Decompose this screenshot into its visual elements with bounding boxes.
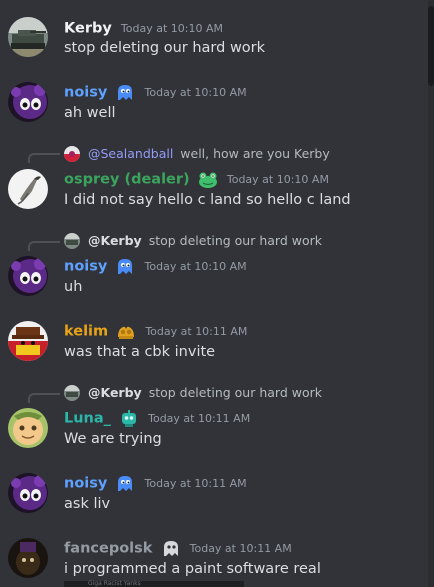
message-content: I did not say hello c land so hello c la…	[64, 192, 351, 208]
message-content: We are trying	[64, 431, 162, 447]
scrollbar-track[interactable]	[428, 0, 434, 587]
green-frog-badge-icon[interactable]	[198, 171, 218, 189]
avatar-noisy[interactable]	[8, 256, 48, 296]
timestamp[interactable]: Today at 10:10 AM	[145, 86, 247, 99]
username[interactable]: noisy	[64, 85, 107, 101]
reply-spine	[28, 153, 60, 163]
username[interactable]: noisy	[64, 259, 107, 275]
timestamp[interactable]: Today at 10:11 AM	[145, 477, 247, 490]
reply-mention[interactable]: @Sealandball	[88, 146, 173, 161]
avatar-luna[interactable]	[8, 408, 48, 448]
avatar-osprey[interactable]	[8, 169, 48, 209]
blue-ghost-badge-icon[interactable]	[115, 258, 135, 276]
reply-avatar	[64, 384, 80, 401]
white-ghost-badge-icon[interactable]	[161, 540, 181, 558]
blue-ghost-badge-icon[interactable]	[115, 84, 135, 102]
avatar-noisy[interactable]	[8, 473, 48, 513]
avatar-kerby[interactable]	[8, 17, 48, 57]
reply-text: stop deleting our hard work	[148, 233, 322, 248]
reply-preview[interactable]: @Kerby stop deleting our hard work	[64, 232, 322, 250]
reply-username[interactable]: @Kerby	[88, 233, 142, 248]
gold-hands-badge-icon[interactable]	[116, 323, 136, 341]
timestamp[interactable]: Today at 10:10 AM	[121, 22, 223, 35]
teal-robot-badge-icon[interactable]	[119, 409, 139, 428]
timestamp[interactable]: Today at 10:10 AM	[227, 173, 329, 186]
reply-avatar	[64, 145, 80, 162]
next-message-peek-text: Giga Racist Yanks	[88, 580, 141, 587]
message-content: was that a cbk invite	[64, 344, 216, 360]
username[interactable]: kelim	[64, 324, 108, 340]
message-content: uh	[64, 279, 83, 295]
reply-text: well, how are you Kerby	[180, 146, 330, 161]
scrollbar-thumb[interactable]	[428, 6, 434, 86]
reply-username[interactable]: @Kerby	[88, 385, 142, 400]
reply-spine	[28, 241, 60, 251]
timestamp[interactable]: Today at 10:11 AM	[145, 325, 247, 338]
timestamp[interactable]: Today at 10:11 AM	[148, 412, 250, 425]
message-content: stop deleting our hard work	[64, 40, 266, 56]
message-content: ask liv	[64, 496, 111, 512]
message-content: ah well	[64, 105, 116, 121]
avatar-kelim[interactable]	[8, 321, 48, 361]
username[interactable]: noisy	[64, 476, 107, 492]
reply-text: stop deleting our hard work	[148, 385, 322, 400]
reply-preview[interactable]: @Kerby stop deleting our hard work	[64, 384, 322, 402]
reply-avatar	[64, 232, 80, 249]
blue-ghost-badge-icon[interactable]	[115, 475, 135, 493]
username[interactable]: Luna_	[64, 411, 111, 427]
username[interactable]: Kerby	[64, 21, 112, 37]
reply-spine	[28, 393, 60, 403]
avatar-noisy[interactable]	[8, 82, 48, 122]
timestamp[interactable]: Today at 10:11 AM	[190, 542, 292, 555]
message-list[interactable]: Kerby Today at 10:10 AM stop deleting ou…	[0, 0, 428, 587]
username[interactable]: fancepolsk	[64, 541, 152, 557]
timestamp[interactable]: Today at 10:10 AM	[145, 260, 247, 273]
username[interactable]: osprey (dealer)	[64, 172, 190, 188]
reply-preview[interactable]: @Sealandball well, how are you Kerby	[64, 145, 330, 163]
avatar-fancepolsk[interactable]	[8, 538, 48, 578]
message-content: i programmed a paint software real	[64, 561, 321, 577]
